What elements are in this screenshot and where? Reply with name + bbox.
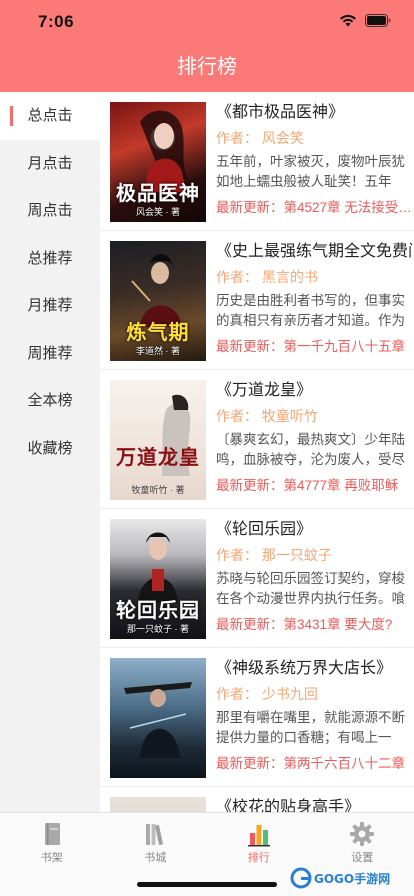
sidebar-item-label: 周点击 [27,202,73,219]
book-info: 《校花的贴身高手》 [216,797,412,812]
cover-author: 李道然 · 著 [136,346,180,356]
book-description: 苏晓与轮回乐园签订契约，穿梭在各个动漫世界内执行任务。喰 [216,571,405,606]
book-list-item[interactable]: 炼气期 李道然 · 著 《史上最强练气期全文免费阅读》 作者： 黑言的书 历史是… [100,231,414,370]
book-cover-image: 万道龙皇 牧童听竹 · 著 [110,380,206,500]
book-title: 《史上最强练气期全文免费阅读》 [216,243,412,260]
sidebar-item-label: 总推荐 [27,249,73,267]
cover-title: 万道龙皇 [116,445,200,469]
header-bar: 7:06 排行榜 [0,0,414,92]
sidebar-item-label: 总点击 [27,107,73,124]
book-latest-update: 最新更新：第4777章 再败耶稣 [216,478,399,493]
tab-label: 排行 [247,852,270,864]
sidebar-item-label: 月推荐 [27,297,73,314]
book-title: 《都市极品医神》 [216,104,345,121]
sidebar-item-label: 月点击 [27,154,73,172]
home-indicator [137,882,277,887]
bookshelf-icon [44,823,60,845]
book-list-item[interactable]: 万道龙皇 牧童听竹 · 著 《万道龙皇》 作者： 牧童听竹 〔暴爽玄幻，最热爽文… [100,370,414,509]
book-title: 《神级系统万界大店长》 [216,660,393,677]
book-cover-image: 炼气期 李道然 · 著 [110,241,206,361]
sidebar-item-label: 全本榜 [27,392,73,409]
cover-title: 炼气期 [126,320,190,344]
book-description: 〔暴爽玄幻，最热爽文〕少年陆鸣，血脉被夺，沦为废人，受尽 [216,432,405,467]
sidebar-item-completed[interactable]: 全本榜 [0,377,100,425]
sidebar-item-label: 周推荐 [27,344,73,362]
site-watermark: GOGO手游网 [288,866,408,890]
book-author: 作者： 黑言的书 [216,269,318,285]
status-bar: 7:06 [0,0,414,44]
tab-label: 设置 [351,852,374,864]
book-list-item[interactable]: 极品医神 风会笑 · 著 《都市极品医神》 作者： 风会笑 五年前，叶家被灭，废… [100,92,414,231]
book-latest-update: 最新更新：第两千六百八十二章 [216,756,405,771]
book-list-item[interactable]: 轮回乐园 那一只蚊子 · 著 《轮回乐园》 作者： 那一只蚊子 苏晓与轮回乐园签… [100,509,414,648]
book-title: 《校花的贴身高手》 [216,799,361,812]
gogo-logo-icon [290,867,312,889]
cover-title: 轮回乐园 [116,598,200,622]
sidebar-item-total-recommend[interactable]: 总推荐 [0,235,100,283]
battery-icon [365,14,391,27]
book-latest-update: 最新更新：第一千九百八十五章 [216,339,405,354]
sidebar-item-favorites[interactable]: 收藏榜 [0,425,100,473]
book-description: 历史是由胜利者书写的，但事实的真相只有亲历者才知道。作为 [216,293,405,328]
ranking-category-sidebar: 总点击 月点击 周点击 总推荐 月推荐 周推荐 全本榜 收藏榜 [0,92,100,812]
cover-author: 风会笑 · 著 [136,207,180,217]
tab-label: 书架 [40,852,63,864]
book-cover-image [110,658,206,778]
tab-label: 书城 [144,852,167,864]
ranking-icon [247,825,270,847]
book-cover-image: 极品医神 风会笑 · 著 [110,102,206,222]
status-time: 7:06 [38,12,75,31]
sidebar-item-weekly-recommend[interactable]: 周推荐 [0,330,100,378]
book-title: 《轮回乐园》 [216,521,313,538]
book-list-item[interactable]: 《神级系统万界大店长》 作者： 少书九回 那里有嚼在嘴里，就能源源不断提供力量的… [100,648,414,787]
cover-author: 牧童听竹 · 著 [131,485,185,495]
cover-author: 那一只蚊子 · 著 [127,624,189,634]
book-latest-update: 最新更新：第3431章 要大度? [216,617,393,632]
wifi-icon [340,14,356,27]
settings-gear-icon [350,822,375,846]
book-info: 《史上最强练气期全文免费阅读》 作者： 黑言的书 历史是由胜利者书写的，但事实的… [216,241,412,357]
watermark-text: GOGO手游网 [314,872,391,886]
book-info: 《神级系统万界大店长》 作者： 少书九回 那里有嚼在嘴里，就能源源不断提供力量的… [216,658,412,774]
sidebar-item-monthly-recommend[interactable]: 月推荐 [0,282,100,330]
book-author: 作者： 少书九回 [216,686,318,702]
sidebar-item-total-clicks[interactable]: 总点击 [0,92,100,140]
book-info: 《都市极品医神》 作者： 风会笑 五年前，叶家被灭，废物叶辰犹如地上蠕虫般被人耻… [216,102,412,218]
sidebar-item-label: 收藏榜 [27,439,73,457]
book-cover-image [110,797,206,812]
book-info: 《万道龙皇》 作者： 牧童听竹 〔暴爽玄幻，最热爽文〕少年陆鸣，血脉被夺，沦为废… [216,380,412,496]
book-cover-image: 轮回乐园 那一只蚊子 · 著 [110,519,206,639]
page-title: 排行榜 [177,56,237,78]
book-list-item[interactable]: 《校花的贴身高手》 [100,787,414,812]
sidebar-item-monthly-clicks[interactable]: 月点击 [0,140,100,188]
tab-bookshelf[interactable]: 书架 [0,813,104,896]
book-description: 五年前，叶家被灭，废物叶辰犹如地上蠕虫般被人耻笑！五年 [216,154,405,189]
status-indicators [339,14,392,27]
book-ranking-list[interactable]: 极品医神 风会笑 · 著 《都市极品医神》 作者： 风会笑 五年前，叶家被灭，废… [100,92,414,812]
cover-title: 极品医神 [116,181,200,205]
book-author: 作者： 那一只蚊子 [216,547,332,563]
book-info: 《轮回乐园》 作者： 那一只蚊子 苏晓与轮回乐园签订契约，穿梭在各个动漫世界内执… [216,519,412,635]
book-title: 《万道龙皇》 [216,382,313,399]
book-author: 作者： 牧童听竹 [216,408,318,424]
bookstore-icon [146,824,164,846]
book-author: 作者： 风会笑 [216,130,304,146]
book-description: 那里有嚼在嘴里，就能源源不断提供力量的口香糖；有喝上一 [216,710,405,745]
sidebar-item-weekly-clicks[interactable]: 周点击 [0,187,100,235]
book-latest-update: 最新更新：第4527章 无法接受的事实 [216,200,412,215]
